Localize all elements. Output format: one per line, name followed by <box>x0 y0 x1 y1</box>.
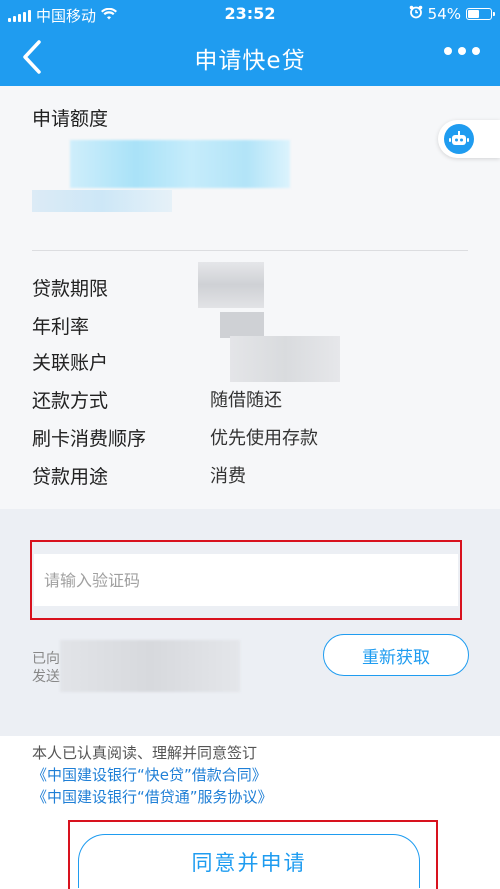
battery-fill <box>468 10 479 18</box>
page-title: 申请快e贷 <box>194 48 306 74</box>
blurred-amount <box>70 140 290 188</box>
blurred-amount-note <box>32 190 172 212</box>
verification-code-input[interactable] <box>34 554 458 606</box>
annual-rate-label: 年利率 <box>32 316 90 338</box>
service-agreement-link[interactable]: 《中国建设银行“借贷通”服务协议》 <box>32 786 273 807</box>
loan-contract-link[interactable]: 《中国建设银行“快e贷”借款合同》 <box>32 764 267 785</box>
blurred-loan-term <box>198 262 264 308</box>
blurred-phone <box>60 640 240 692</box>
sent-notice-line1: 已向 <box>32 651 60 667</box>
card-order-value: 优先使用存款 <box>210 428 318 449</box>
amount-label: 申请额度 <box>32 108 109 130</box>
battery-percent: 54% <box>427 5 461 23</box>
verify-highlight <box>30 540 462 620</box>
nav-bar: 申请快e贷 <box>0 28 500 86</box>
agreement-text: 本人已认真阅读、理解并同意签订 <box>32 744 258 762</box>
row-repayment: 还款方式 随借随还 <box>32 386 472 416</box>
alarm-icon <box>409 5 423 23</box>
linked-account-label: 关联账户 <box>32 352 109 374</box>
blurred-annual-rate <box>220 312 264 338</box>
robot-icon <box>444 124 474 154</box>
status-right: 54% <box>409 5 495 23</box>
agree-and-apply-button[interactable]: 同意并申请 <box>78 834 420 888</box>
assistant-button[interactable] <box>438 120 500 158</box>
row-card-order: 刷卡消费顺序 优先使用存款 <box>32 424 472 454</box>
sent-notice-line2: 发送 <box>32 669 60 685</box>
resend-code-button[interactable]: 重新获取 <box>323 634 469 676</box>
purpose-label: 贷款用途 <box>32 466 109 488</box>
loan-term-label: 贷款期限 <box>32 278 109 300</box>
blurred-linked-account <box>230 336 340 382</box>
repayment-value: 随借随还 <box>210 390 282 411</box>
repayment-label: 还款方式 <box>32 390 109 412</box>
row-purpose: 贷款用途 消费 <box>32 462 472 492</box>
battery-icon <box>466 8 495 20</box>
more-icon[interactable] <box>444 47 480 55</box>
purpose-value: 消费 <box>210 466 246 487</box>
status-bar: 中国移动 23:52 54% <box>0 0 500 28</box>
card-order-label: 刷卡消费顺序 <box>32 428 147 450</box>
